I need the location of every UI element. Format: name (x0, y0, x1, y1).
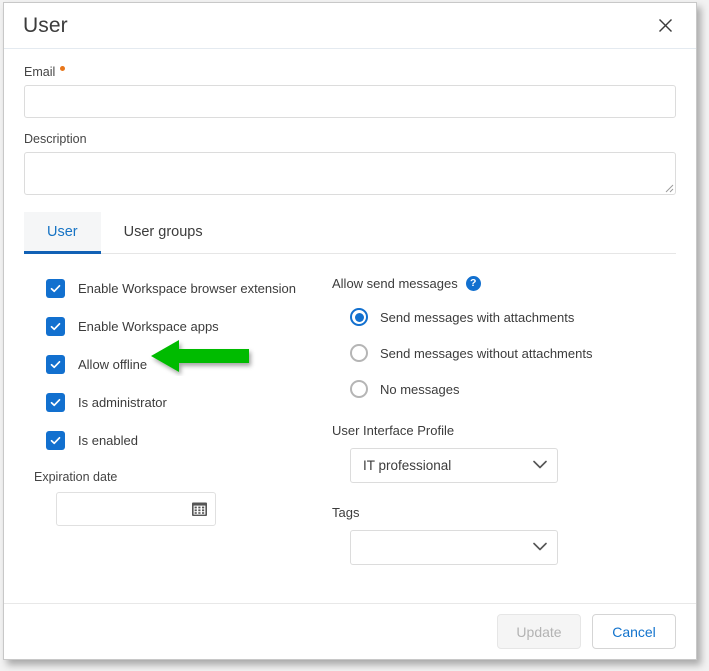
email-label-text: Email (24, 65, 56, 79)
checkbox-checked-icon[interactable] (46, 278, 65, 298)
description-textarea-wrap (24, 152, 676, 195)
radio-row-send-without-attachments[interactable]: Send messages without attachments (350, 341, 676, 365)
radio-row-send-with-attachments[interactable]: Send messages with attachments (350, 305, 676, 329)
checkbox-label: Is administrator (78, 394, 167, 410)
expiration-date-block: Expiration date (34, 470, 324, 526)
help-icon[interactable]: ? (465, 276, 481, 291)
radio-unselected-icon[interactable] (350, 380, 368, 398)
description-label: Description (24, 132, 676, 146)
tags-label: Tags (332, 505, 360, 520)
screen: User Email Description User User groups … (0, 0, 709, 671)
email-field-block: Email (24, 65, 676, 118)
tab-user[interactable]: User (24, 212, 101, 254)
checkbox-checked-icon[interactable] (46, 354, 65, 374)
checkbox-label: Enable Workspace apps (78, 318, 219, 334)
tags-block: Tags (332, 505, 676, 565)
tags-select-wrap (350, 530, 558, 565)
close-icon[interactable] (652, 13, 678, 39)
allow-send-messages-label: Allow send messages ? (332, 276, 676, 291)
checkbox-label: Is enabled (78, 432, 138, 448)
calendar-icon[interactable] (191, 500, 208, 517)
user-interface-profile-select-wrap: IT professional (350, 448, 558, 483)
radio-label: Send messages with attachments (380, 309, 575, 325)
email-input[interactable] (24, 85, 676, 118)
checkbox-checked-icon[interactable] (46, 316, 65, 336)
required-marker-icon (60, 66, 66, 71)
radio-selected-icon[interactable] (350, 308, 368, 326)
checkbox-checked-icon[interactable] (46, 392, 65, 412)
checkbox-row-is-administrator[interactable]: Is administrator (24, 390, 324, 414)
checkbox-row-enable-workspace-apps[interactable]: Enable Workspace apps (24, 314, 324, 338)
dialog-footer: Update Cancel (4, 603, 696, 659)
checkbox-checked-icon[interactable] (46, 430, 65, 450)
radio-row-no-messages[interactable]: No messages (350, 377, 676, 401)
user-interface-profile-select[interactable]: IT professional (350, 448, 558, 483)
update-button[interactable]: Update (497, 614, 581, 649)
page-title: User (23, 13, 68, 37)
checkbox-row-enable-workspace-browser-extension[interactable]: Enable Workspace browser extension (24, 276, 324, 300)
checkbox-row-allow-offline[interactable]: Allow offline (24, 352, 324, 376)
description-textarea[interactable] (24, 152, 676, 195)
checkbox-label: Allow offline (78, 356, 148, 372)
cancel-button[interactable]: Cancel (592, 614, 676, 649)
user-interface-profile-block: User Interface Profile IT professional (332, 423, 676, 483)
checkbox-label: Enable Workspace browser extension (78, 280, 296, 296)
email-label: Email (24, 65, 676, 79)
right-column: Allow send messages ? Send messages with… (324, 276, 676, 565)
tab-panel-user: Enable Workspace browser extension Enabl… (24, 276, 676, 565)
tab-bar: User User groups (24, 211, 676, 254)
expiration-date-label: Expiration date (34, 470, 118, 484)
checkbox-row-is-enabled[interactable]: Is enabled (24, 428, 324, 452)
description-label-text: Description (24, 132, 87, 146)
user-interface-profile-value: IT professional (363, 458, 452, 473)
tags-select[interactable] (350, 530, 558, 565)
radio-unselected-icon[interactable] (350, 344, 368, 362)
left-column: Enable Workspace browser extension Enabl… (24, 276, 324, 565)
expiration-date-input-wrap (56, 492, 216, 526)
tab-user-groups[interactable]: User groups (101, 212, 226, 253)
radio-label: Send messages without attachments (380, 345, 593, 361)
user-interface-profile-label: User Interface Profile (332, 423, 455, 438)
dialog-body: Email Description User User groups Enabl… (4, 49, 696, 603)
user-dialog: User Email Description User User groups … (3, 2, 697, 660)
allow-send-messages-label-text: Allow send messages (332, 276, 458, 291)
radio-label: No messages (380, 381, 460, 397)
dialog-header: User (4, 3, 696, 49)
description-field-block: Description (24, 132, 676, 195)
